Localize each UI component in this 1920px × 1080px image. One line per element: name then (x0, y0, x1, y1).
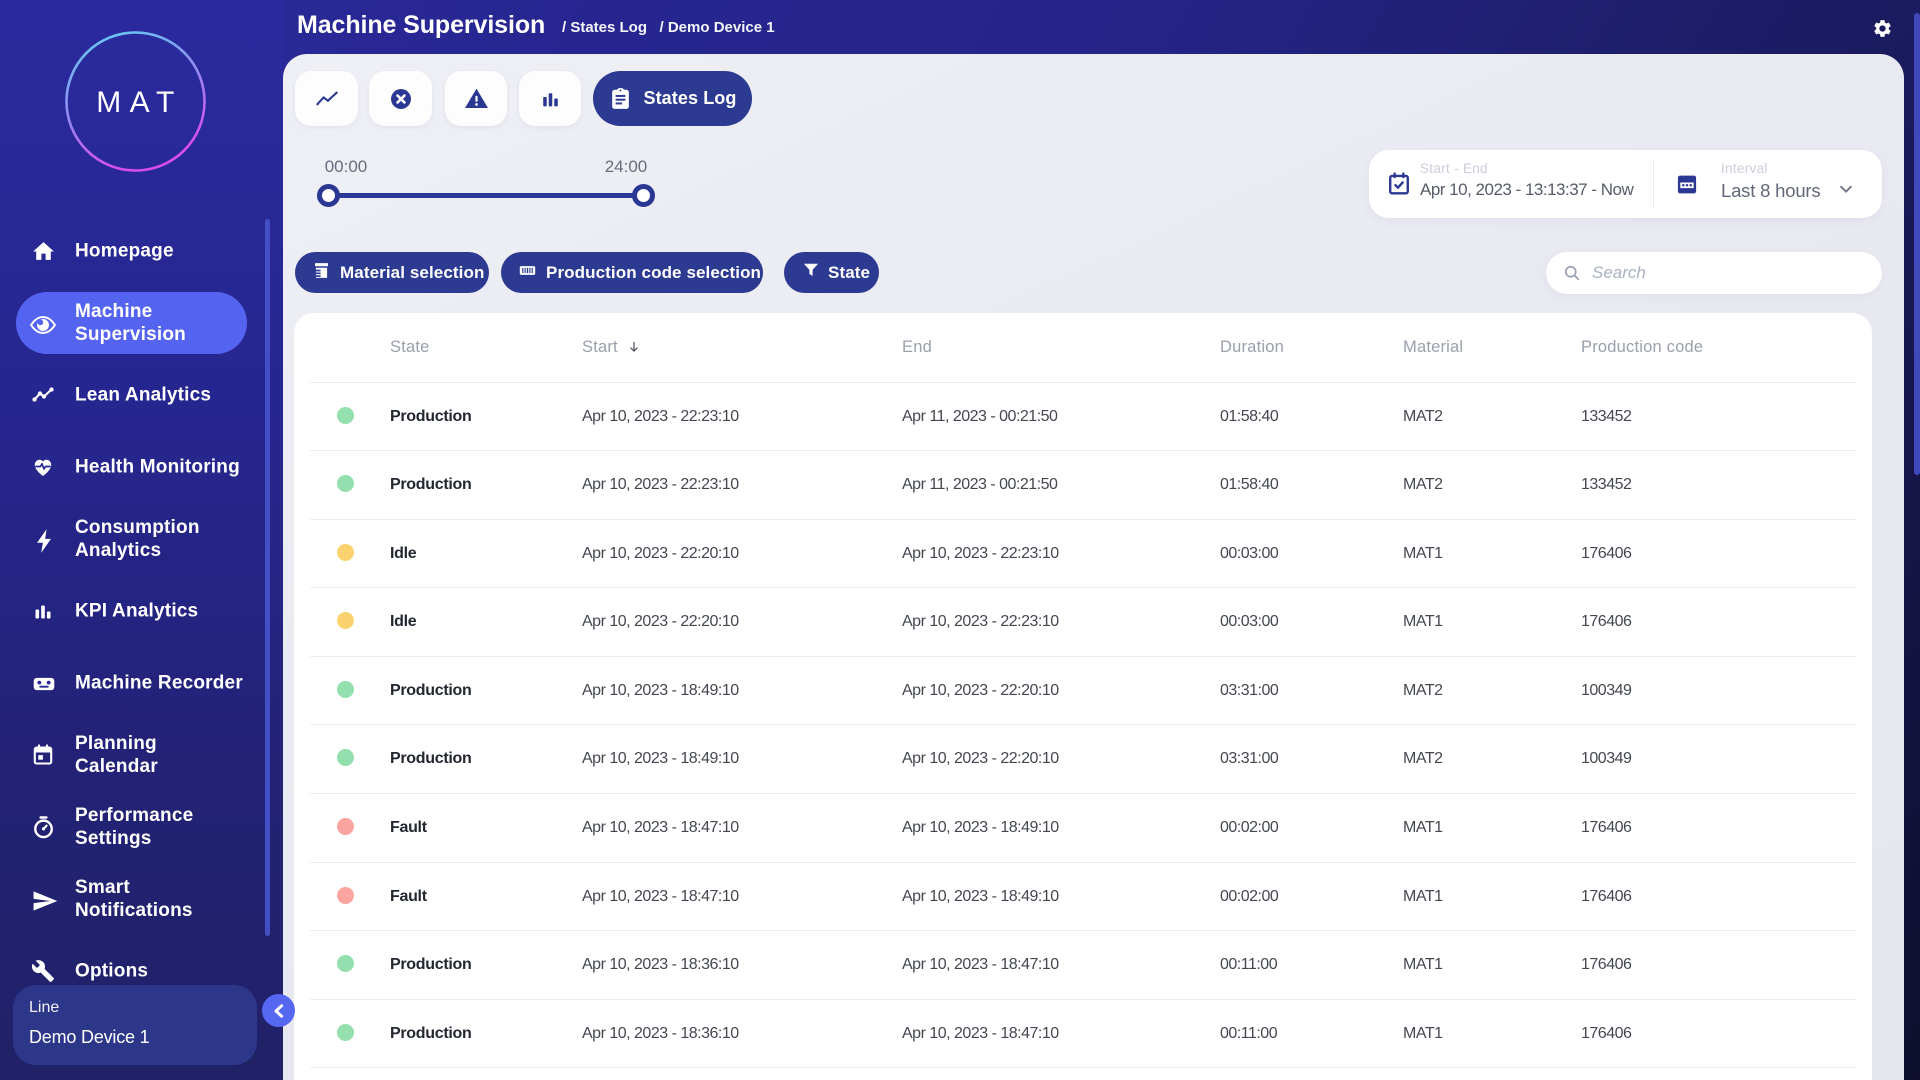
svg-text:MAT: MAT (96, 86, 183, 119)
